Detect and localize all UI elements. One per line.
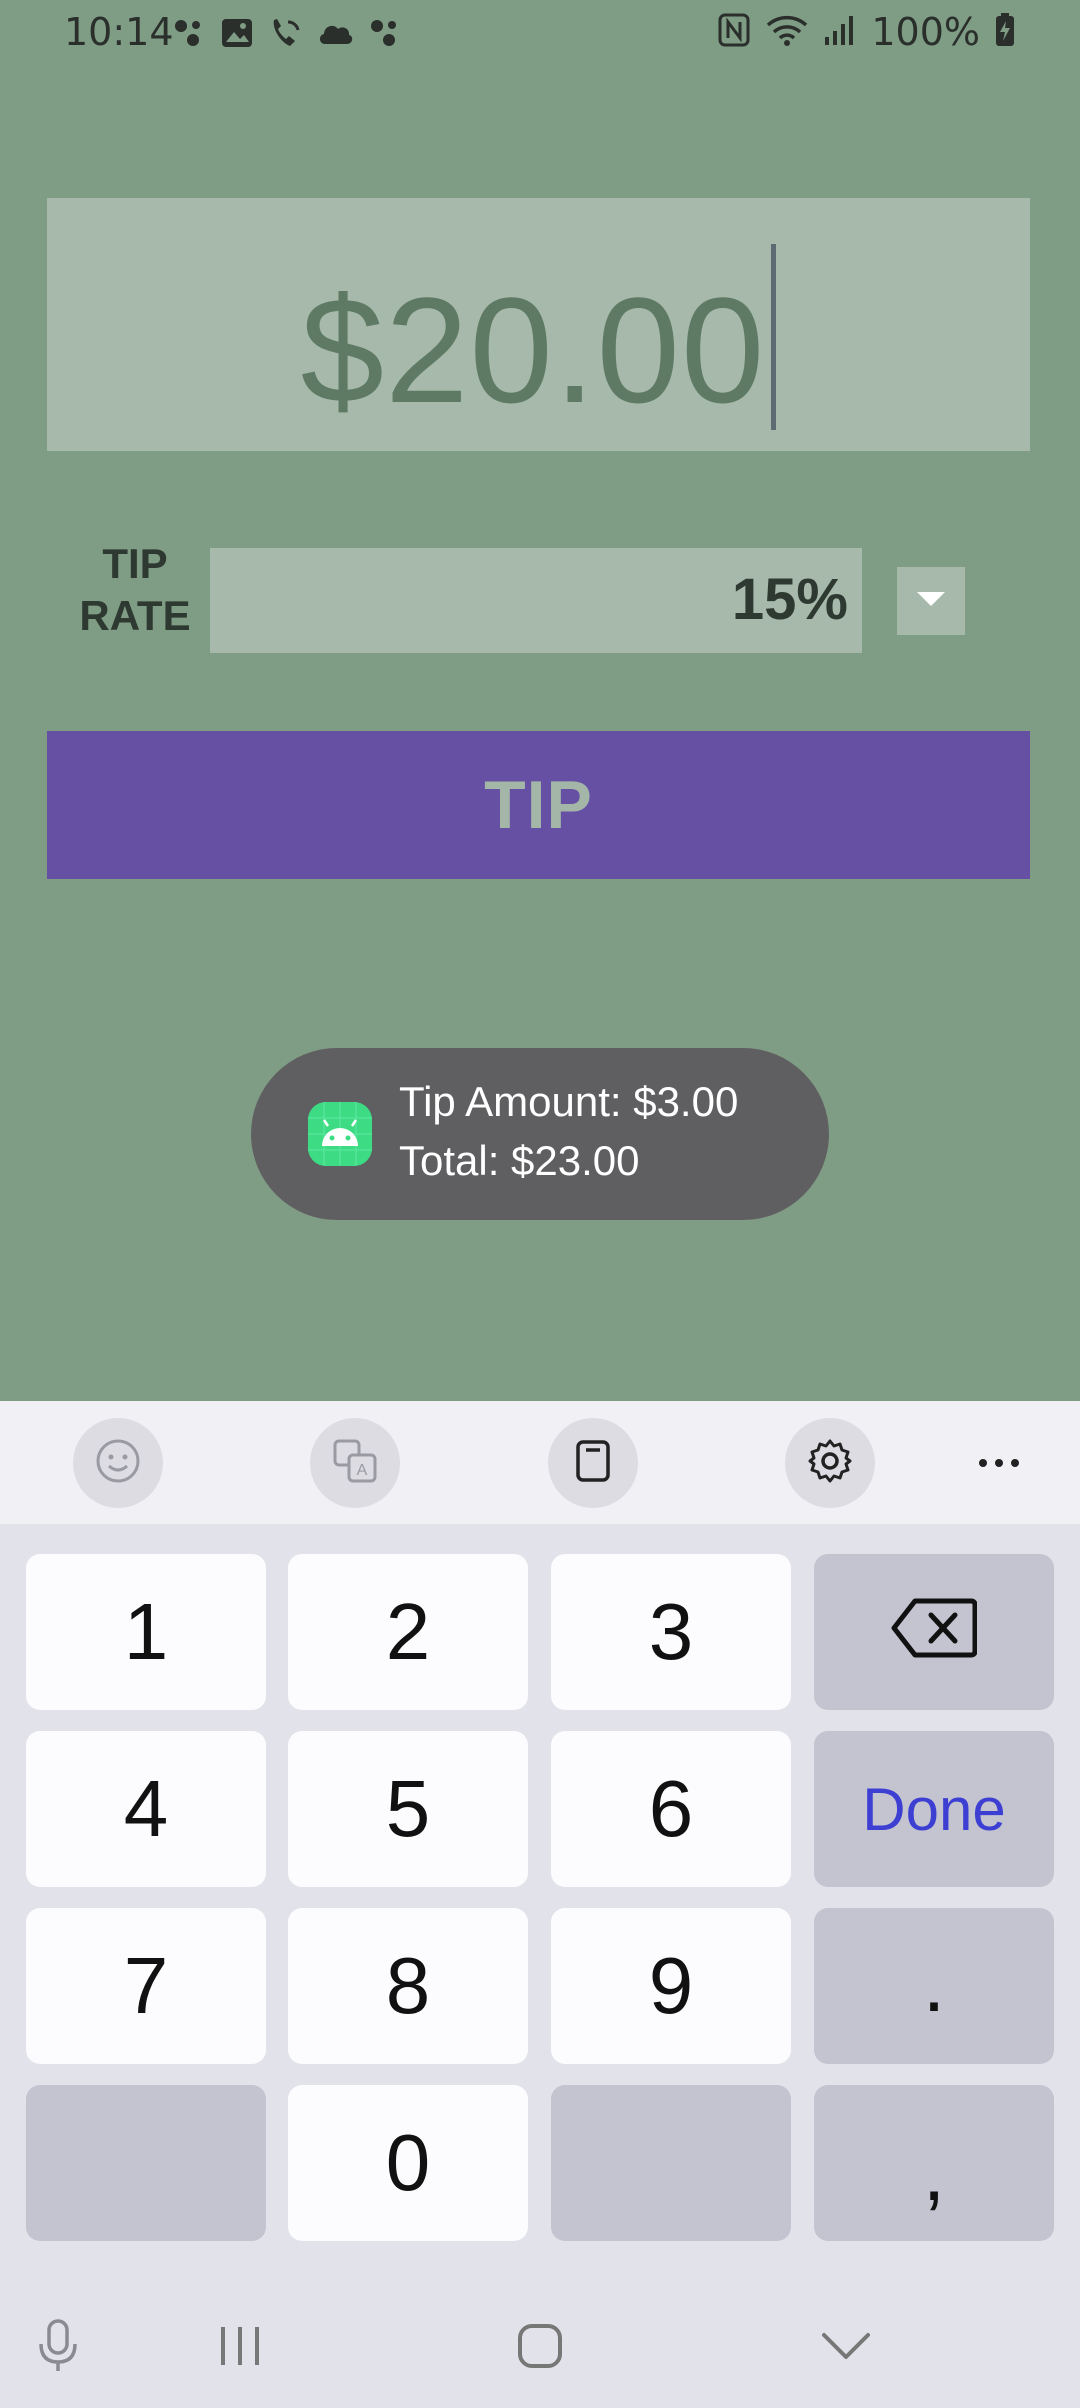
toast-message: Tip Amount: $3.00 Total: $23.00: [251, 1048, 829, 1220]
key-1[interactable]: 1: [26, 1554, 266, 1710]
key-0[interactable]: 0: [288, 2085, 528, 2241]
assistant-dots-icon: [368, 16, 402, 54]
clipboard-button[interactable]: [548, 1418, 638, 1508]
settings-gear-icon: [806, 1437, 854, 1489]
recent-apps-icon: [217, 2323, 263, 2373]
tip-rate-label: TIP RATE: [60, 538, 210, 642]
translate-button[interactable]: A: [310, 1418, 400, 1508]
navigation-bar: [0, 2288, 1080, 2408]
translate-icon: A: [331, 1437, 379, 1489]
emoji-icon: [94, 1437, 142, 1489]
battery-percent: 100%: [871, 10, 980, 54]
caret-down-icon: [916, 590, 946, 612]
toast-tip-amount: Tip Amount: $3.00: [399, 1078, 739, 1125]
notification-icons: [172, 16, 402, 54]
tip-rate-select[interactable]: 15%: [210, 548, 862, 653]
period-key[interactable]: .: [814, 1908, 1054, 2064]
status-bar: 10:14 100%: [0, 0, 1080, 72]
wifi-icon: [765, 13, 809, 51]
key-5[interactable]: 5: [288, 1731, 528, 1887]
period-key-label: .: [922, 1939, 946, 2028]
bill-amount-value: $20.00: [300, 266, 766, 434]
tip-rate-label-line1: TIP: [102, 540, 168, 587]
status-right: 100%: [717, 10, 1016, 54]
android-app-icon: [308, 1102, 372, 1166]
keyboard-settings-button[interactable]: [785, 1418, 875, 1508]
emoji-button[interactable]: [73, 1418, 163, 1508]
comma-key[interactable]: ,: [814, 2085, 1054, 2241]
key-6[interactable]: 6: [551, 1731, 791, 1887]
home-button[interactable]: [500, 2308, 580, 2388]
battery-charging-icon: [994, 12, 1016, 52]
backspace-icon: [891, 1586, 978, 1678]
key-3[interactable]: 3: [551, 1554, 791, 1710]
microphone-icon: [36, 2318, 80, 2378]
recent-apps-button[interactable]: [200, 2308, 280, 2388]
blank-key-left: [26, 2085, 266, 2241]
svg-text:A: A: [357, 1462, 368, 1479]
keyboard-toolbar: A: [0, 1401, 1080, 1524]
gallery-icon: [220, 16, 254, 54]
key-2[interactable]: 2: [288, 1554, 528, 1710]
tip-rate-label-line2: RATE: [79, 592, 191, 639]
hide-keyboard-button[interactable]: [806, 2308, 886, 2388]
tip-button[interactable]: TIP: [47, 731, 1030, 879]
wifi-call-icon: [268, 16, 302, 54]
tip-rate-value: 15%: [731, 567, 848, 632]
blank-key-right: [551, 2085, 791, 2241]
bill-amount-input[interactable]: $20.00: [47, 198, 1030, 451]
clipboard-icon: [569, 1437, 617, 1489]
done-key[interactable]: Done: [814, 1731, 1054, 1887]
nfc-icon: [717, 12, 751, 52]
text-caret: [771, 244, 777, 430]
cloud-icon: [316, 18, 354, 52]
chevron-down-icon: [820, 2331, 872, 2365]
key-4[interactable]: 4: [26, 1731, 266, 1887]
more-icon: [977, 1454, 1021, 1473]
key-7[interactable]: 7: [26, 1908, 266, 2064]
comma-key-label: ,: [922, 2128, 946, 2217]
status-time: 10:14: [64, 10, 174, 54]
backspace-key[interactable]: [814, 1554, 1054, 1710]
home-icon: [516, 2322, 564, 2374]
signal-icon: [823, 13, 857, 51]
key-9[interactable]: 9: [551, 1908, 791, 2064]
voice-input-button[interactable]: [18, 2308, 98, 2388]
toast-total: Total: $23.00: [399, 1137, 640, 1184]
more-options-button[interactable]: [954, 1418, 1044, 1508]
numeric-keyboard: A 1 2 3 4 5 6 Done 7 8 9 . 0 ,: [0, 1401, 1080, 2408]
key-8[interactable]: 8: [288, 1908, 528, 2064]
tip-rate-dropdown-button[interactable]: [897, 567, 965, 635]
assistant-dots-icon: [172, 16, 206, 54]
